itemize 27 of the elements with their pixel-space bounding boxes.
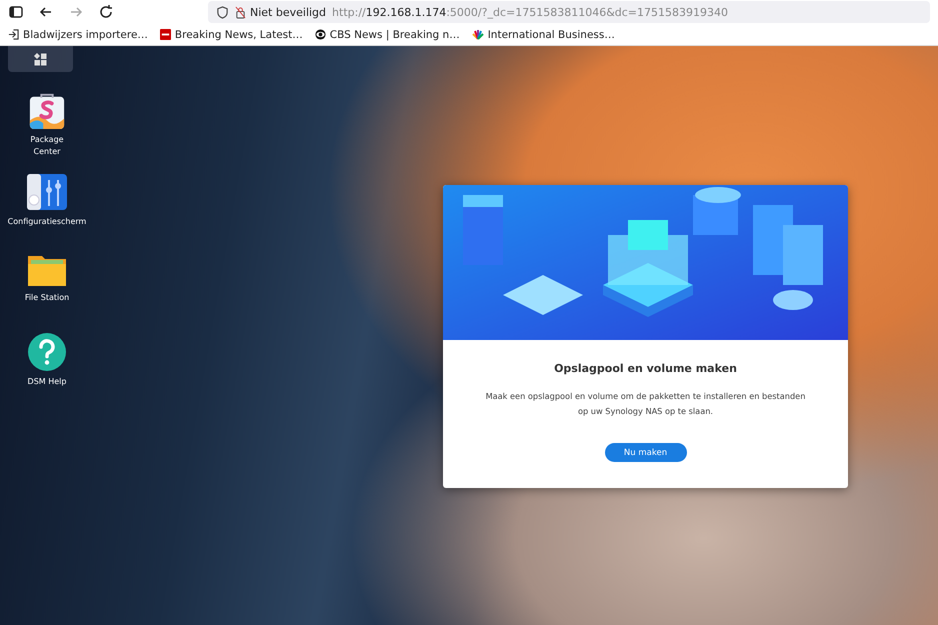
desktop-icon-label[interactable]: Package Center	[30, 134, 64, 158]
help-icon	[27, 332, 67, 372]
sliders-icon	[27, 172, 67, 212]
shopping-bag-icon	[27, 92, 67, 130]
news-logo-icon	[160, 29, 171, 40]
url-text: http://192.168.1.174:5000/?_dc=1751583811046&dc=1751583919340	[332, 6, 728, 18]
dialog-title: Opslagpool en volume maken	[554, 362, 737, 375]
bookmark-link[interactable]: CBS News | Breaking n…	[314, 28, 460, 40]
desktop-icon-label[interactable]: Configuratiescherm	[8, 216, 86, 228]
grid-icon	[34, 52, 47, 66]
taskbar-button[interactable]	[8, 46, 73, 72]
dialog-description: Maak een opslagpool en volume om de pakketten te installeren en bestanden op uw Synology NAS op te slaan.	[484, 390, 806, 418]
reload-icon[interactable]	[98, 4, 114, 20]
import-icon	[8, 29, 19, 40]
peacock-logo-icon	[472, 30, 484, 40]
security-indicator[interactable]: Niet beveiligd	[235, 6, 326, 18]
lock-crossed-icon	[235, 6, 246, 18]
desktop-icon-label[interactable]: DSM Help	[28, 376, 66, 388]
shield-icon[interactable]	[216, 6, 229, 18]
address-bar[interactable]: Niet beveiligd http://192.168.1.174:5000/?_dc=1751583811046&dc=1751583919340	[208, 1, 930, 23]
bookmark-link[interactable]: International Business…	[472, 28, 615, 40]
sidebar-toggle-icon[interactable]	[8, 4, 24, 20]
desktop-icon-label[interactable]: File Station	[24, 292, 70, 304]
create-button[interactable]: Nu maken	[604, 443, 686, 462]
bookmark-link[interactable]: Breaking News, Latest…	[160, 28, 303, 40]
bookmark-link[interactable]: Bladwijzers importere…	[8, 28, 148, 40]
eye-logo-icon	[314, 29, 326, 40]
